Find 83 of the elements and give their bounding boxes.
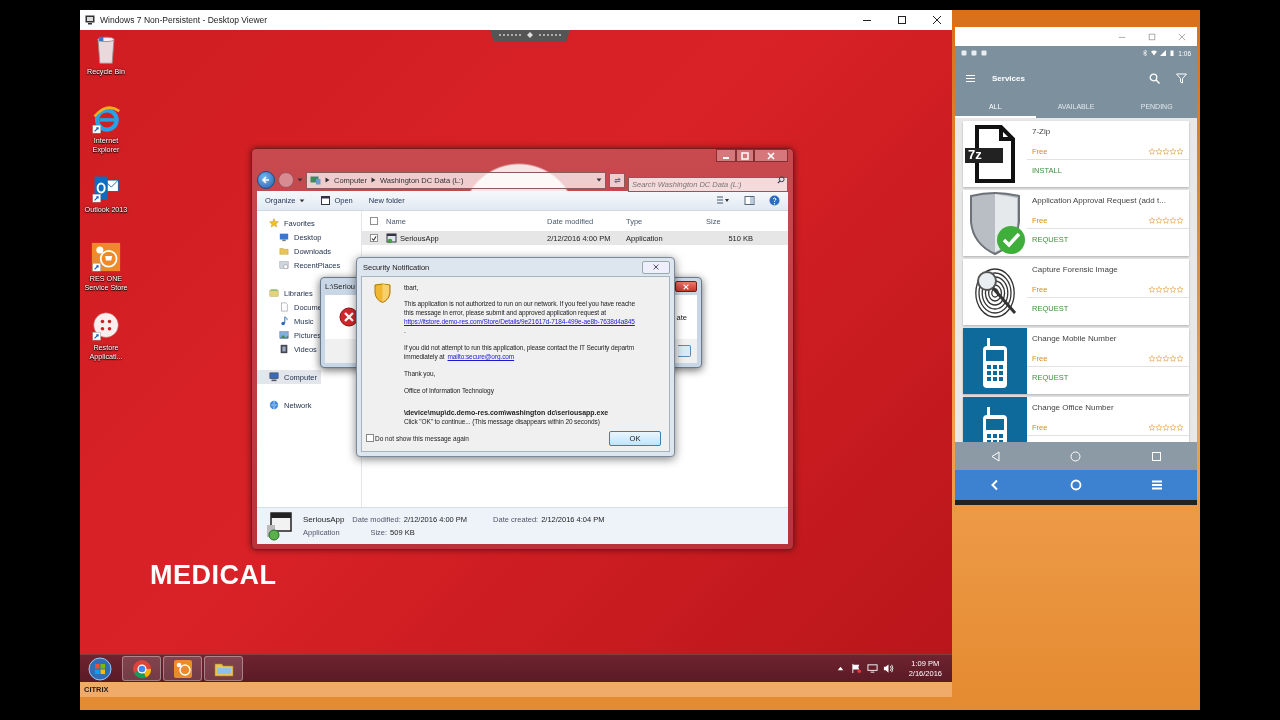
menu-icon — [1150, 479, 1163, 491]
close-icon — [1178, 32, 1186, 41]
taskbar-button[interactable] — [122, 656, 161, 681]
close-icon — [767, 151, 775, 160]
home-icon — [1070, 479, 1082, 491]
document-icon — [279, 302, 289, 312]
search-icon — [777, 176, 785, 184]
minimize-button[interactable] — [716, 149, 736, 162]
service-title: 7-Zip — [1032, 127, 1052, 138]
select-all-checkbox[interactable] — [370, 217, 378, 225]
home-icon — [1070, 450, 1082, 462]
menu-icon[interactable] — [965, 72, 976, 84]
file-name: SeriousApp — [303, 515, 345, 524]
row-checkbox[interactable] — [370, 234, 378, 242]
application-icon — [386, 232, 397, 244]
bluetooth-icon — [1142, 50, 1149, 56]
menu-button[interactable] — [1150, 479, 1163, 491]
network-icon[interactable] — [866, 663, 878, 674]
flag-icon[interactable] — [850, 663, 862, 674]
maximize-button[interactable] — [736, 149, 754, 162]
store-app-icon — [172, 658, 193, 679]
wallpaper-text: MEDICAL — [150, 560, 277, 591]
filter-icon[interactable] — [1176, 72, 1187, 84]
service-title: Change Mobile Number — [1032, 334, 1118, 345]
folder-icon — [279, 246, 289, 256]
back-arrow-icon — [261, 175, 271, 185]
application-icon — [265, 511, 295, 541]
back-icon — [989, 450, 1001, 462]
signal-icon — [1160, 50, 1167, 56]
close-icon — [683, 283, 689, 290]
preview-pane-icon[interactable] — [744, 195, 755, 206]
recent-apps-button[interactable] — [1151, 450, 1163, 462]
network-icon — [269, 400, 279, 410]
maximize-icon — [741, 151, 749, 160]
battery-icon — [1169, 50, 1176, 56]
restore-app-icon[interactable] — [91, 310, 121, 342]
star-icon — [269, 218, 279, 228]
film-icon — [279, 344, 289, 354]
recent-apps-icon — [1151, 450, 1163, 462]
browser-icon[interactable] — [91, 103, 121, 135]
dialog-button[interactable] — [678, 345, 691, 357]
libraries-icon — [269, 288, 279, 298]
close-icon — [653, 264, 659, 270]
check-icon — [371, 234, 377, 242]
recent-places-icon — [279, 260, 289, 270]
service-title: Change Office Number — [1032, 403, 1115, 414]
search-icon[interactable] — [1149, 72, 1160, 84]
refresh-icon — [612, 175, 622, 185]
home-button[interactable] — [1070, 479, 1082, 491]
start-button[interactable] — [86, 655, 114, 682]
mobile-phone-icon — [963, 328, 1027, 394]
maximize-icon — [897, 15, 907, 25]
pictures-icon — [279, 330, 289, 340]
back-button[interactable] — [257, 171, 275, 189]
taskbar-button[interactable] — [204, 656, 243, 681]
computer-icon — [269, 372, 279, 382]
close-button[interactable] — [754, 149, 788, 162]
taskbar-button[interactable] — [163, 656, 202, 681]
refresh-button[interactable] — [609, 172, 625, 188]
music-note-icon — [279, 316, 289, 326]
help-icon[interactable] — [769, 195, 780, 206]
toolbar-handle-icon[interactable] — [490, 30, 570, 42]
view-options-icon[interactable] — [716, 195, 730, 206]
close-icon — [932, 15, 942, 25]
caret-icon[interactable] — [596, 177, 602, 183]
maximize-icon — [1148, 32, 1156, 41]
service-title: Application Approval Request (add t... — [1032, 196, 1167, 207]
monitor-icon — [85, 15, 95, 25]
file-label: 7z — [968, 147, 982, 162]
window-icon — [321, 196, 331, 205]
computer-icon — [310, 175, 321, 185]
service-title: Capture Forensic Image — [1032, 265, 1119, 276]
screen-title: Services — [992, 73, 1026, 83]
chevron-icon — [370, 177, 376, 183]
desktop-icon — [279, 232, 289, 242]
browser-icon — [131, 658, 152, 679]
windows-logo-icon — [88, 656, 112, 681]
wifi-icon — [1151, 50, 1158, 56]
close-button[interactable] — [675, 281, 697, 292]
shield-icon — [374, 283, 391, 303]
volume-icon[interactable] — [882, 663, 894, 674]
chevron-icon — [325, 177, 330, 183]
window-title: Windows 7 Non-Persistent - Desktop Viewer — [100, 15, 269, 25]
